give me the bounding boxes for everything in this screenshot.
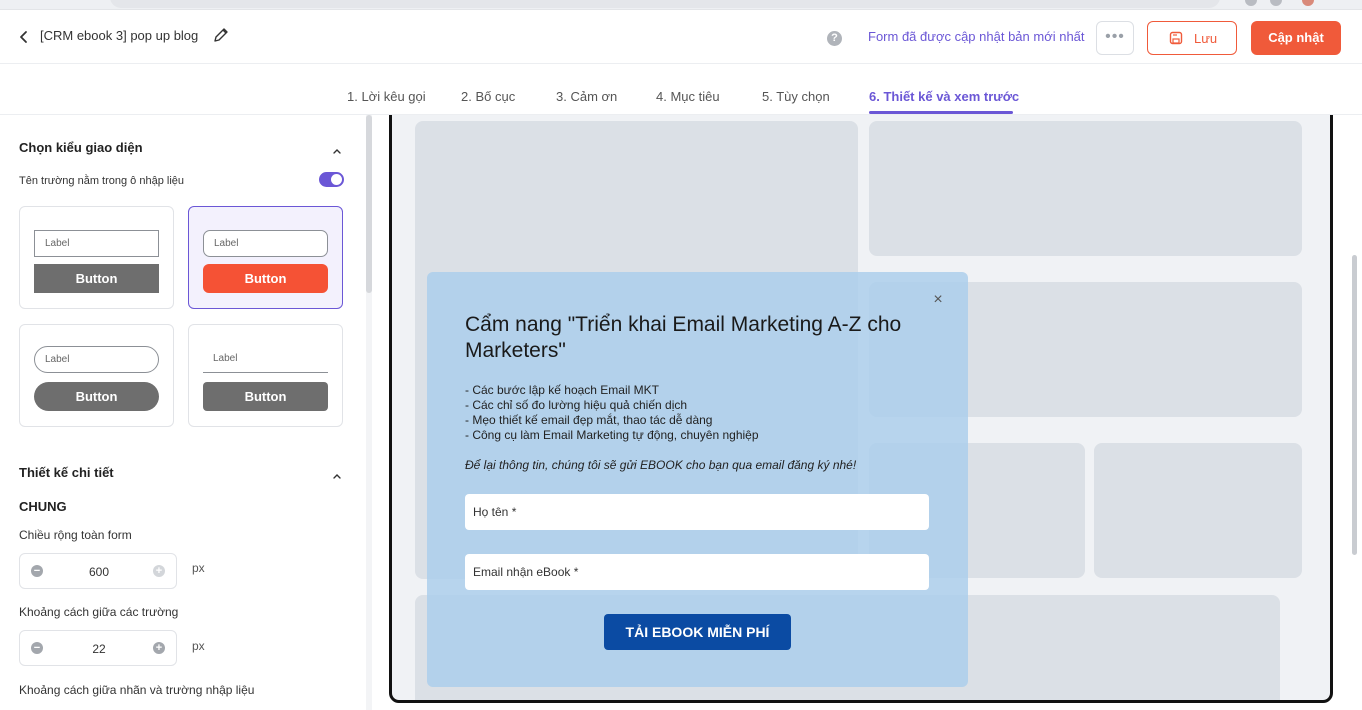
style-option-underline[interactable]: Label Button bbox=[188, 324, 343, 427]
save-button[interactable]: Lưu bbox=[1147, 21, 1237, 55]
tab-call-to-action[interactable]: 1. Lời kêu gọi bbox=[347, 89, 426, 104]
field-gap-value[interactable]: 22 bbox=[50, 642, 148, 656]
pencil-icon[interactable] bbox=[212, 26, 230, 46]
unit-label: px bbox=[192, 639, 205, 653]
address-bar[interactable] bbox=[110, 0, 1220, 8]
save-button-label: Lưu bbox=[1194, 31, 1218, 46]
popup-bullet-list: - Các bước lập kế hoạch Email MKT - Các … bbox=[465, 383, 759, 443]
minus-icon[interactable]: − bbox=[31, 642, 43, 654]
style-preview-input: Label bbox=[203, 346, 328, 373]
detail-section-title: Thiết kế chi tiết bbox=[19, 465, 114, 480]
extension-icon[interactable] bbox=[1245, 0, 1257, 6]
popup-title: Cẩm nang "Triển khai Email Marketing A-Z… bbox=[465, 313, 902, 362]
tab-options[interactable]: 5. Tùy chọn bbox=[762, 89, 830, 104]
question-circle-icon[interactable]: ? bbox=[827, 31, 842, 46]
style-preview-button: Button bbox=[34, 264, 159, 293]
style-preview-button: Button bbox=[203, 264, 328, 293]
style-preview-input: Label bbox=[34, 346, 159, 373]
plus-icon[interactable]: + bbox=[153, 565, 165, 577]
tab-design-preview[interactable]: 6. Thiết kế và xem trước bbox=[869, 89, 1019, 104]
label-inside-toggle-label: Tên trường nằm trong ô nhập liệu bbox=[19, 175, 185, 187]
more-options-button[interactable]: ••• bbox=[1096, 21, 1134, 55]
list-item: - Các bước lập kế hoạch Email MKT bbox=[465, 383, 659, 397]
chevron-up-icon[interactable] bbox=[331, 143, 343, 154]
field-gap-stepper[interactable]: − 22 + bbox=[19, 630, 177, 666]
list-item: - Các chỉ số đo lường hiệu quả chiến dịc… bbox=[465, 398, 688, 412]
placeholder-block bbox=[1094, 443, 1302, 578]
extension-icon[interactable] bbox=[1270, 0, 1282, 6]
email-input[interactable]: Email nhận eBook * bbox=[465, 554, 929, 590]
active-tab-indicator bbox=[869, 111, 1013, 114]
theme-section-title: Chọn kiểu giao diện bbox=[19, 140, 143, 155]
field-gap-label: Khoảng cách giữa các trường bbox=[19, 605, 179, 619]
form-width-stepper[interactable]: − 600 + bbox=[19, 553, 177, 589]
update-button[interactable]: Cập nhật bbox=[1251, 21, 1341, 55]
close-icon[interactable]: × bbox=[931, 292, 945, 308]
style-preview-button: Button bbox=[34, 382, 159, 411]
browser-chrome-strip bbox=[0, 0, 1362, 10]
minus-icon[interactable]: − bbox=[31, 565, 43, 577]
label-gap-label: Khoảng cách giữa nhãn và trường nhập liệ… bbox=[19, 683, 255, 697]
style-option-pill[interactable]: Label Button bbox=[19, 324, 174, 427]
popup-form-preview: × Cẩm nang "Triển khai Email Marketing A… bbox=[427, 272, 968, 687]
plus-icon[interactable]: + bbox=[153, 642, 165, 654]
form-width-label: Chiều rộng toàn form bbox=[19, 528, 132, 542]
preview-scrollbar[interactable] bbox=[1352, 255, 1357, 555]
chevron-left-icon[interactable] bbox=[14, 26, 34, 48]
update-status-text: Form đã được cập nhật bản mới nhất bbox=[868, 29, 1085, 44]
style-preview-input: Label bbox=[203, 230, 328, 257]
chevron-up-icon[interactable] bbox=[331, 468, 343, 479]
placeholder-block bbox=[869, 121, 1302, 256]
unit-label: px bbox=[192, 561, 205, 575]
style-option-rounded-selected[interactable]: Label Button bbox=[188, 206, 343, 309]
download-ebook-button[interactable]: TẢI EBOOK MIỄN PHÍ bbox=[604, 614, 791, 650]
form-width-value[interactable]: 600 bbox=[50, 565, 148, 579]
device-frame: × Cẩm nang "Triển khai Email Marketing A… bbox=[389, 115, 1333, 703]
style-preview-button: Button bbox=[203, 382, 328, 411]
general-subsection-title: CHUNG bbox=[19, 499, 67, 514]
form-name: [CRM ebook 3] pop up blog bbox=[40, 28, 199, 43]
floppy-disk-icon bbox=[1169, 31, 1183, 45]
popup-note: Để lại thông tin, chúng tôi sẽ gửi EBOOK… bbox=[465, 458, 857, 472]
top-bar: [CRM ebook 3] pop up blog ? Form đã được… bbox=[0, 10, 1362, 64]
profile-avatar[interactable] bbox=[1302, 0, 1314, 6]
style-preview-input: Label bbox=[34, 230, 159, 257]
tab-thank-you[interactable]: 3. Cảm ơn bbox=[556, 89, 617, 104]
toggle-knob bbox=[331, 174, 342, 185]
label-inside-toggle[interactable] bbox=[319, 172, 344, 187]
name-input[interactable]: Họ tên * bbox=[465, 494, 929, 530]
tab-goal[interactable]: 4. Mục tiêu bbox=[656, 89, 720, 104]
preview-area: × Cẩm nang "Triển khai Email Marketing A… bbox=[372, 115, 1362, 710]
step-tabs: 1. Lời kêu gọi 2. Bố cục 3. Cảm ơn 4. Mụ… bbox=[0, 64, 1362, 115]
list-item: - Mẹo thiết kế email đẹp mắt, thao tác d… bbox=[465, 413, 713, 427]
tab-layout[interactable]: 2. Bố cục bbox=[461, 89, 515, 104]
style-option-square[interactable]: Label Button bbox=[19, 206, 174, 309]
design-sidebar: Chọn kiểu giao diện Tên trường nằm trong… bbox=[0, 115, 365, 710]
list-item: - Công cụ làm Email Marketing tự động, c… bbox=[465, 428, 759, 442]
